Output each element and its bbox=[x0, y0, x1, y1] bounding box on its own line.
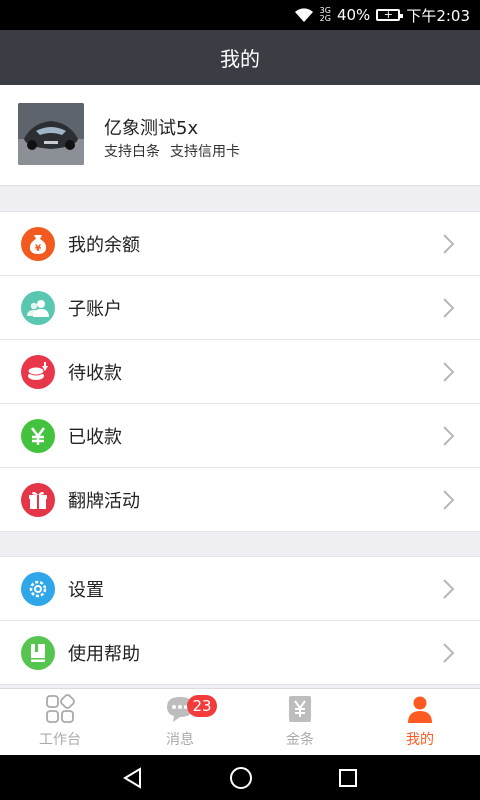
page-title: 我的 bbox=[220, 47, 260, 71]
money-bag-icon: ¥ bbox=[21, 227, 55, 261]
tab-label: 工作台 bbox=[39, 732, 81, 748]
home-icon[interactable] bbox=[229, 766, 253, 790]
tab-label: 消息 bbox=[166, 732, 194, 748]
tab-gold-bar[interactable]: 金条 bbox=[240, 689, 360, 756]
menu-item-label: 我的余额 bbox=[68, 234, 140, 256]
menu-item-balance[interactable]: ¥ 我的余额 bbox=[0, 212, 480, 276]
unread-badge: 23 bbox=[187, 695, 217, 717]
menu-item-label: 已收款 bbox=[68, 426, 122, 448]
status-bar: 3G 2G 40% + 下午2:03 bbox=[0, 0, 480, 30]
menu-item-label: 待收款 bbox=[68, 362, 122, 384]
network-bottom-label: 2G bbox=[319, 14, 331, 23]
tab-label: 我的 bbox=[406, 732, 434, 748]
battery-icon: + bbox=[376, 9, 404, 21]
profile-tag: 支持白条 bbox=[104, 144, 160, 160]
bottom-tab-bar: 工作台 23 消息 金条 我的 bbox=[0, 688, 480, 756]
tab-mine[interactable]: 我的 bbox=[360, 689, 480, 756]
gift-icon bbox=[21, 483, 55, 517]
menu-group-settings: 设置 使用帮助 bbox=[0, 556, 480, 685]
clock: 下午2:03 bbox=[406, 6, 470, 25]
system-nav-bar bbox=[0, 755, 480, 800]
chevron-right-icon bbox=[443, 579, 455, 599]
profile-tags: 支持白条 支持信用卡 bbox=[104, 141, 240, 161]
chevron-right-icon bbox=[443, 362, 455, 382]
car-avatar-image bbox=[18, 103, 84, 165]
person-icon bbox=[404, 693, 436, 725]
battery-percent: 40% bbox=[336, 6, 371, 24]
users-icon bbox=[21, 291, 55, 325]
menu-item-label: 翻牌活动 bbox=[68, 490, 140, 512]
network-indicator: 3G 2G bbox=[320, 7, 331, 23]
menu-item-label: 子账户 bbox=[68, 298, 122, 320]
profile-tag: 支持信用卡 bbox=[170, 144, 240, 160]
menu-group-account: ¥ 我的余额 子账户 待收款 已收款 翻牌活动 bbox=[0, 211, 480, 532]
chevron-right-icon bbox=[443, 298, 455, 318]
title-bar: 我的 bbox=[0, 30, 480, 85]
chevron-right-icon bbox=[443, 426, 455, 446]
wifi-icon bbox=[294, 8, 313, 22]
profile-card[interactable]: 亿象测试5x 支持白条 支持信用卡 bbox=[0, 85, 480, 186]
avatar[interactable] bbox=[18, 103, 84, 165]
back-icon[interactable] bbox=[122, 766, 144, 789]
menu-item-label: 设置 bbox=[68, 579, 104, 601]
svg-text:¥: ¥ bbox=[35, 244, 42, 254]
chevron-right-icon bbox=[443, 643, 455, 663]
yen-icon bbox=[21, 419, 55, 453]
menu-item-help[interactable]: 使用帮助 bbox=[0, 621, 480, 684]
menu-item-pending-payment[interactable]: 待收款 bbox=[0, 340, 480, 404]
menu-item-sub-account[interactable]: 子账户 bbox=[0, 276, 480, 340]
chevron-right-icon bbox=[443, 234, 455, 254]
tab-messages[interactable]: 23 消息 bbox=[120, 689, 240, 756]
profile-name: 亿象测试5x bbox=[104, 118, 199, 139]
menu-item-received-payment[interactable]: 已收款 bbox=[0, 404, 480, 468]
tab-label: 金条 bbox=[286, 732, 314, 748]
menu-item-settings[interactable]: 设置 bbox=[0, 557, 480, 621]
chevron-right-icon bbox=[443, 490, 455, 510]
menu-item-label: 使用帮助 bbox=[68, 643, 140, 665]
coins-down-icon bbox=[21, 355, 55, 389]
menu-item-flip-card-activity[interactable]: 翻牌活动 bbox=[0, 468, 480, 531]
help-book-icon bbox=[21, 636, 55, 670]
gear-icon bbox=[21, 572, 55, 606]
tab-workbench[interactable]: 工作台 bbox=[0, 689, 120, 756]
workbench-icon bbox=[44, 693, 76, 725]
recents-icon[interactable] bbox=[338, 768, 358, 788]
yen-card-icon bbox=[284, 693, 316, 725]
